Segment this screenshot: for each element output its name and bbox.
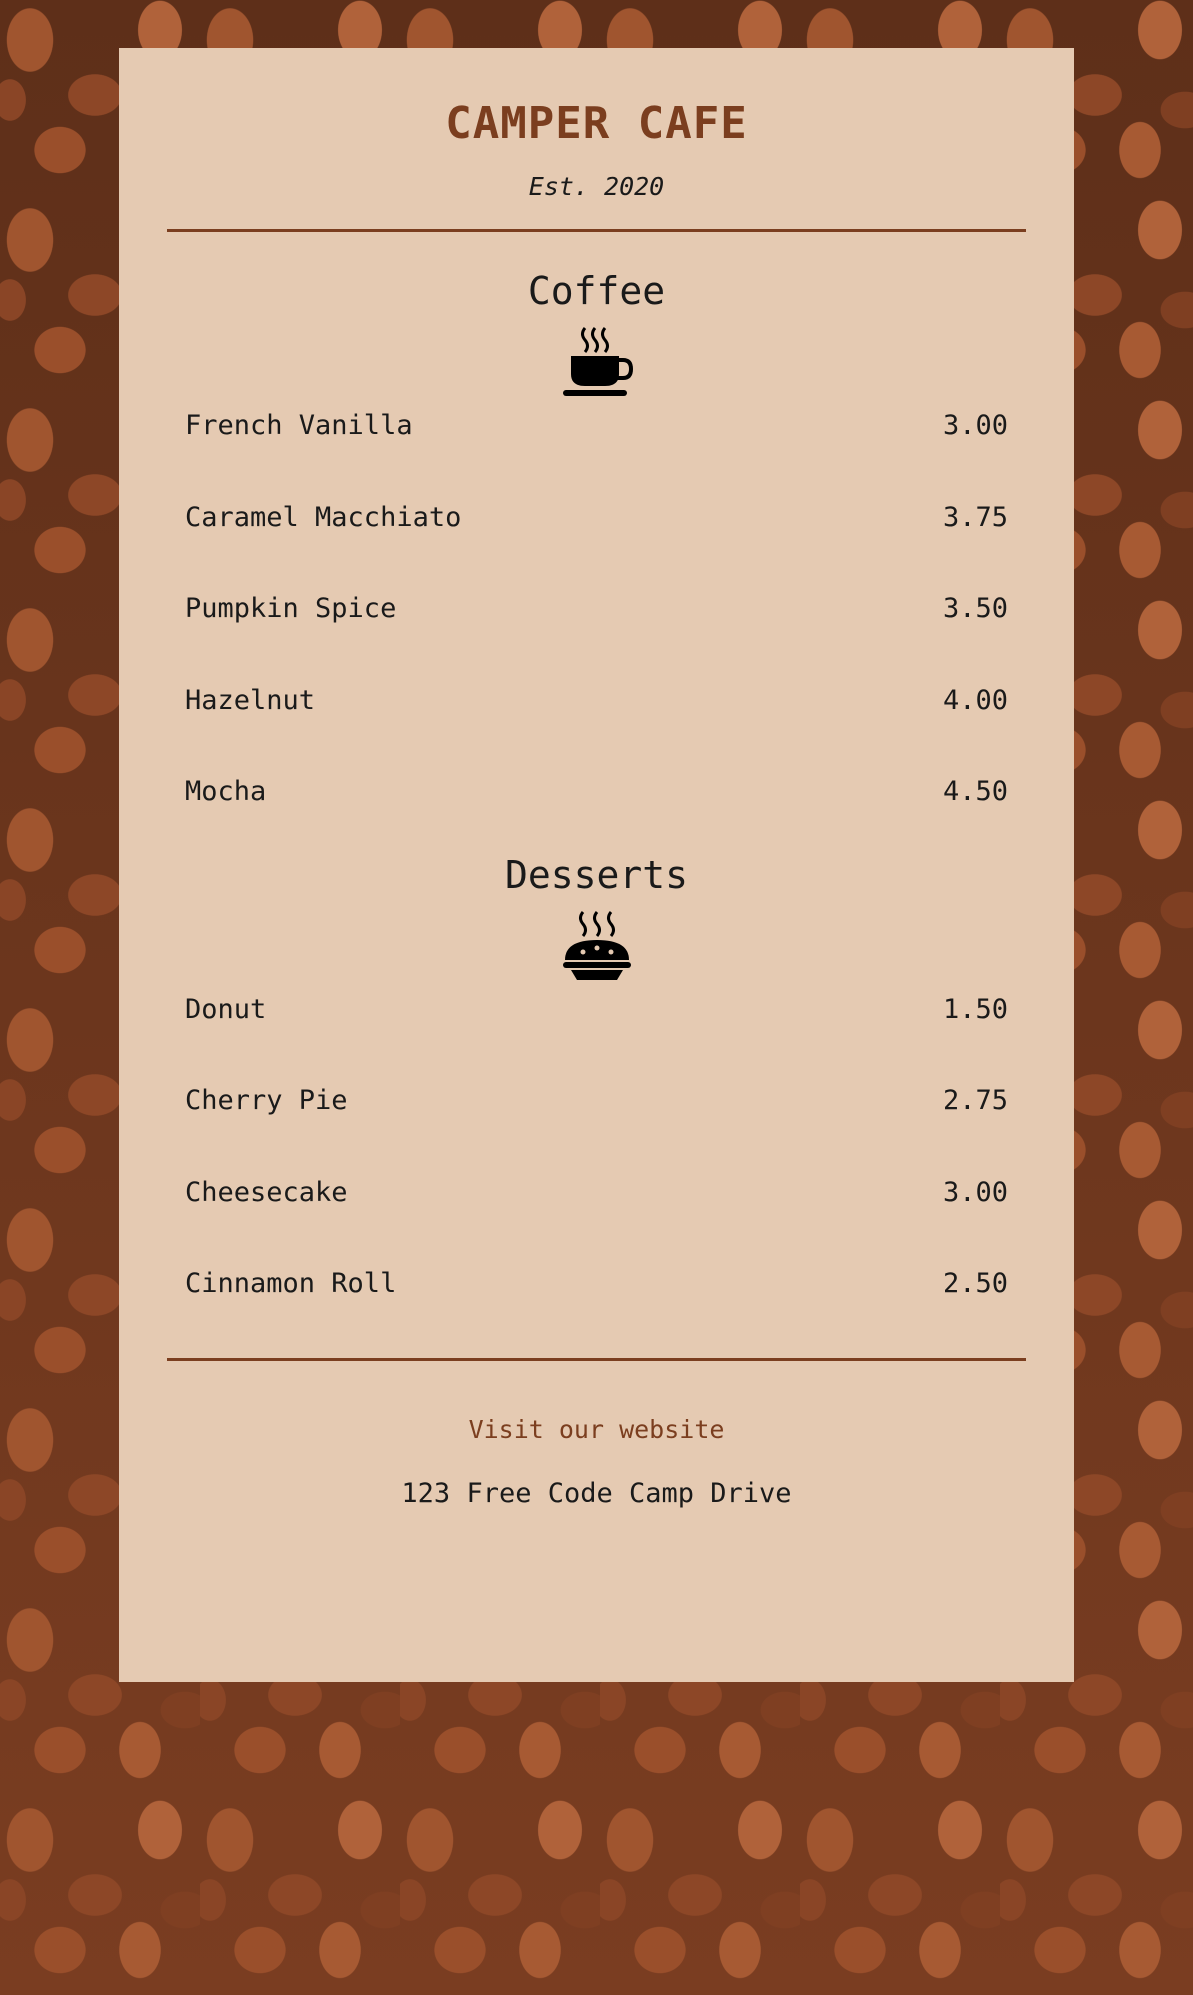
- menu-item-donut: Donut 1.50: [167, 990, 1026, 1082]
- menu-card: CAMPER CAFE Est. 2020 Coffee French Vani…: [119, 48, 1074, 1682]
- item-price: 3.00: [942, 1176, 1008, 1208]
- item-name: Hazelnut: [185, 684, 316, 716]
- menu-header: CAMPER CAFE Est. 2020: [167, 48, 1026, 199]
- desserts-section-title: Desserts: [504, 852, 689, 897]
- established-text: Est. 2020: [528, 172, 665, 202]
- menu-item-hazelnut: Hazelnut 4.00: [167, 681, 1026, 773]
- item-name: Donut: [185, 993, 267, 1025]
- item-name: Cheesecake: [185, 1176, 348, 1208]
- item-name: Cinnamon Roll: [185, 1268, 397, 1300]
- coffee-icon-wrap: [167, 324, 1026, 404]
- menu-item-cherry-pie: Cherry Pie 2.75: [167, 1081, 1026, 1173]
- desserts-items-list: Donut 1.50 Cherry Pie 2.75 Cheesecake 3.…: [167, 990, 1026, 1356]
- item-price: 2.50: [942, 1268, 1008, 1300]
- item-price: 4.00: [942, 684, 1008, 716]
- coffee-section: Coffee French Vanilla 3.00 Caramel Macch…: [167, 272, 1026, 864]
- item-name: Cherry Pie: [185, 1085, 348, 1117]
- item-name: Caramel Macchiato: [185, 501, 462, 533]
- menu-item-caramel-macchiato: Caramel Macchiato 3.75: [167, 498, 1026, 590]
- coffee-cup-icon: [562, 327, 633, 397]
- item-price: 3.50: [942, 593, 1008, 625]
- item-price: 3.75: [942, 501, 1008, 533]
- menu-footer: Visit our website 123 Free Code Camp Dri…: [167, 1361, 1026, 1509]
- menu-item-french-vanilla: French Vanilla 3.00: [167, 406, 1026, 498]
- item-name: Pumpkin Spice: [185, 593, 397, 625]
- item-name: Mocha: [185, 776, 267, 808]
- website-link[interactable]: Visit our website: [469, 1415, 725, 1444]
- item-price: 4.50: [942, 776, 1008, 808]
- menu-item-cinnamon-roll: Cinnamon Roll 2.50: [167, 1264, 1026, 1356]
- item-price: 3.00: [942, 410, 1008, 442]
- menu-item-cheesecake: Cheesecake 3.00: [167, 1173, 1026, 1265]
- desserts-section: Desserts Donut 1.50 Cherry Pie 2.75 Chee…: [167, 856, 1026, 1356]
- cafe-name: CAMPER CAFE: [445, 98, 748, 149]
- desserts-icon-wrap: [167, 908, 1026, 988]
- item-name: French Vanilla: [185, 410, 413, 442]
- top-divider: [167, 229, 1026, 233]
- item-price: 1.50: [942, 993, 1008, 1025]
- pie-icon: [562, 910, 631, 980]
- menu-item-mocha: Mocha 4.50: [167, 772, 1026, 864]
- coffee-section-title: Coffee: [527, 269, 666, 314]
- menu-item-pumpkin-spice: Pumpkin Spice 3.50: [167, 589, 1026, 681]
- item-price: 2.75: [942, 1085, 1008, 1117]
- address-text: 123 Free Code Camp Drive: [401, 1477, 792, 1509]
- coffee-items-list: French Vanilla 3.00 Caramel Macchiato 3.…: [167, 406, 1026, 864]
